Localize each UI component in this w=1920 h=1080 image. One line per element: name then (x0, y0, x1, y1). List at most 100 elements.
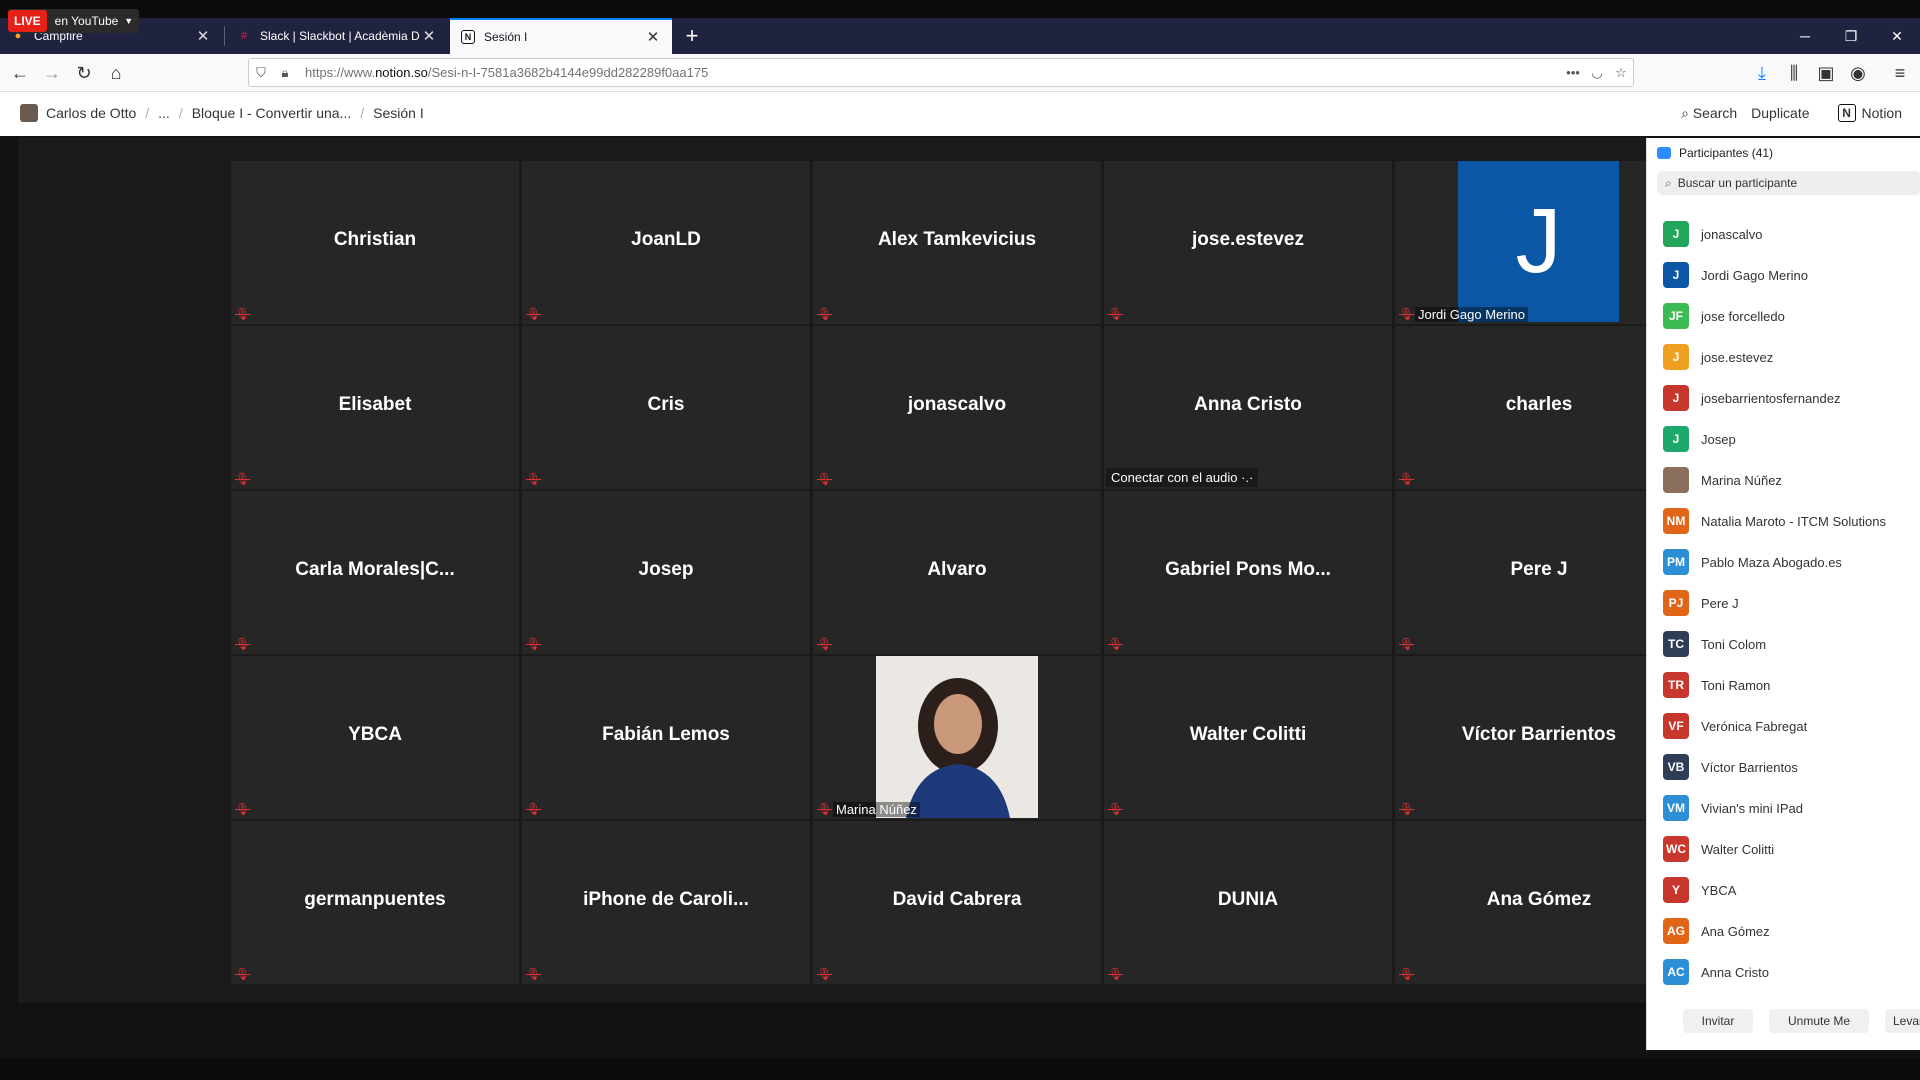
unmute-button[interactable]: Unmute Me (1769, 1009, 1869, 1033)
participant-tile[interactable]: jonascalvo 🎙︎ (813, 326, 1101, 489)
new-tab-button[interactable]: + (680, 18, 704, 54)
participant-name: Cris (647, 394, 685, 415)
raise-hand-button[interactable]: Levantar (1885, 1009, 1920, 1033)
participant-list-name: Toni Ramon (1701, 677, 1771, 693)
participant-tile[interactable]: Josep 🎙︎ (522, 491, 810, 654)
participant-list-item[interactable]: WC Walter Colitti (1663, 835, 1774, 863)
avatar: J (1663, 426, 1689, 452)
participant-video-label: Jordi Gago Merino (1415, 307, 1528, 322)
download-icon[interactable]: ⤓ (1748, 61, 1776, 85)
participant-list-item[interactable]: JF jose forcelledo (1663, 302, 1785, 330)
close-icon[interactable]: ✕ (644, 28, 662, 46)
breadcrumb-item[interactable]: Sesión I (373, 105, 424, 121)
participant-list-item[interactable]: AC Anna Cristo (1663, 958, 1769, 986)
participant-list-item[interactable]: NM Natalia Maroto - ITCM Solutions (1663, 507, 1886, 535)
participant-tile[interactable]: Carla Morales|C... 🎙︎ (231, 491, 519, 654)
pocket-icon[interactable]: ◡ (1585, 65, 1609, 81)
participant-tile[interactable]: Ana Gómez 🎙︎ (1395, 821, 1683, 984)
participant-list-item[interactable]: VB Víctor Barrientos (1663, 753, 1798, 781)
participant-name: Gabriel Pons Mo... (1165, 559, 1331, 580)
account-icon[interactable]: ◉ (1844, 61, 1872, 85)
url-text[interactable]: https://www.notion.so/Sesi-n-I-7581a3682… (305, 65, 1561, 80)
participant-list-item[interactable]: TR Toni Ramon (1663, 671, 1770, 699)
invite-button[interactable]: Invitar (1683, 1009, 1753, 1033)
restore-button[interactable]: ❐ (1828, 18, 1874, 54)
participant-tile[interactable]: Alvaro 🎙︎ (813, 491, 1101, 654)
participant-list-name: josebarrientosfernandez (1701, 390, 1841, 406)
participant-tile[interactable]: J 🎙︎ Jordi Gago Merino (1395, 161, 1683, 324)
participant-tile[interactable]: Víctor Barrientos 🎙︎ (1395, 656, 1683, 819)
participant-tile[interactable]: 🎙︎ Marina Núñez (813, 656, 1101, 819)
participant-list-item[interactable]: TC Toni Colom (1663, 630, 1766, 658)
close-icon[interactable]: ✕ (420, 27, 438, 45)
participant-name: germanpuentes (304, 889, 446, 910)
tab-divider (224, 26, 225, 46)
muted-mic-icon: 🎙︎ (1399, 637, 1415, 651)
participant-tile[interactable]: charles 🎙︎ (1395, 326, 1683, 489)
reload-icon[interactable]: ↻ (70, 61, 98, 85)
forward-icon[interactable]: → (38, 61, 66, 85)
close-window-button[interactable]: ✕ (1874, 18, 1920, 54)
avatar (20, 104, 38, 122)
participant-list-item[interactable]: Jjonascalvo (1663, 220, 1762, 248)
participant-tile[interactable]: Walter Colitti 🎙︎ (1104, 656, 1392, 819)
participant-list-item[interactable]: Y YBCA (1663, 876, 1736, 904)
participant-list-item[interactable]: VF Verónica Fabregat (1663, 712, 1807, 740)
participant-tile[interactable]: YBCA 🎙︎ (231, 656, 519, 819)
back-icon[interactable]: ← (6, 61, 34, 85)
avatar: VM (1663, 795, 1689, 821)
participant-tile[interactable]: Gabriel Pons Mo... 🎙︎ (1104, 491, 1392, 654)
participant-tile[interactable]: Alex Tamkevicius 🎙︎ (813, 161, 1101, 324)
home-icon[interactable]: ⌂ (102, 61, 130, 85)
star-icon[interactable]: ☆ (1609, 65, 1633, 81)
participant-list-name: YBCA (1701, 882, 1737, 898)
participant-list-item[interactable]: VM Vivian's mini IPad (1663, 794, 1803, 822)
search-icon: ⌕ (1681, 104, 1689, 121)
search-button[interactable]: ⌕ Search (1681, 105, 1737, 122)
participant-list-item[interactable]: Jjosebarrientosfernandez (1663, 384, 1840, 412)
participant-tile[interactable]: Pere J 🎙︎ (1395, 491, 1683, 654)
sidebar-icon[interactable]: ▣ (1812, 61, 1840, 85)
tab-slack[interactable]: # Slack | Slackbot | Acadèmia Dig ✕ (226, 18, 448, 54)
participant-tile[interactable]: Christian 🎙︎ (231, 161, 519, 324)
participant-tile[interactable]: Fabián Lemos 🎙︎ (522, 656, 810, 819)
close-icon[interactable]: ✕ (194, 27, 212, 45)
duplicate-button[interactable]: Duplicate (1751, 105, 1809, 121)
muted-mic-icon: 🎙︎ (1108, 802, 1124, 816)
participant-list-item[interactable]: J Jordi Gago Merino (1663, 261, 1808, 289)
participant-tile[interactable]: DUNIA 🎙︎ (1104, 821, 1392, 984)
live-badge[interactable]: LIVE en YouTube ▼ (8, 9, 140, 33)
participant-list-item[interactable]: J Josep (1663, 425, 1736, 453)
search-participant-input[interactable]: ⌕ Buscar un participante (1657, 171, 1920, 195)
avatar: VF (1663, 713, 1689, 739)
participant-tile[interactable]: David Cabrera 🎙︎ (813, 821, 1101, 984)
participant-list-item[interactable]: AG Ana Gómez (1663, 917, 1770, 945)
more-icon[interactable]: ••• (1561, 65, 1585, 80)
participant-name: Christian (333, 229, 417, 250)
participant-tile[interactable]: germanpuentes 🎙︎ (231, 821, 519, 984)
avatar: JF (1663, 303, 1689, 329)
url-bar[interactable]: ⛉ 🔒︎ https://www.notion.so/Sesi-n-I-7581… (248, 58, 1634, 87)
notion-button[interactable]: N Notion (1837, 104, 1902, 122)
participant-list-item[interactable]: PM Pablo Maza Abogado.es (1663, 548, 1842, 576)
participant-list-item[interactable]: PJ Pere J (1663, 589, 1739, 617)
participant-tile[interactable]: iPhone de Caroli... 🎙︎ (522, 821, 810, 984)
participant-list-name: Natalia Maroto - ITCM Solutions (1701, 513, 1886, 529)
participant-tile[interactable]: jose.estevez 🎙︎ (1104, 161, 1392, 324)
participant-tile[interactable]: Cris 🎙︎ (522, 326, 810, 489)
breadcrumb-item[interactable]: Carlos de Otto (46, 105, 136, 121)
muted-mic-icon: 🎙︎ (817, 637, 833, 651)
menu-icon[interactable]: ≡ (1886, 61, 1914, 85)
tab-sesion[interactable]: N Sesión I ✕ (450, 18, 672, 54)
participant-tile[interactable]: Anna Cristo Conectar con el audio ·.· (1104, 326, 1392, 489)
shield-icon[interactable]: ⛉ (249, 65, 273, 81)
lock-icon[interactable]: 🔒︎ (273, 65, 297, 81)
breadcrumb-item[interactable]: ... (158, 105, 170, 121)
minimize-button[interactable]: ─ (1782, 18, 1828, 54)
breadcrumb-item[interactable]: Bloque I - Convertir una... (192, 105, 352, 121)
participant-list-item[interactable]: Jjose.estevez (1663, 343, 1773, 371)
library-icon[interactable]: ⫼ (1780, 61, 1808, 85)
participant-tile[interactable]: JoanLD 🎙︎ (522, 161, 810, 324)
participant-tile[interactable]: Elisabet 🎙︎ (231, 326, 519, 489)
participant-list-item[interactable]: Marina Núñez (1663, 466, 1782, 494)
